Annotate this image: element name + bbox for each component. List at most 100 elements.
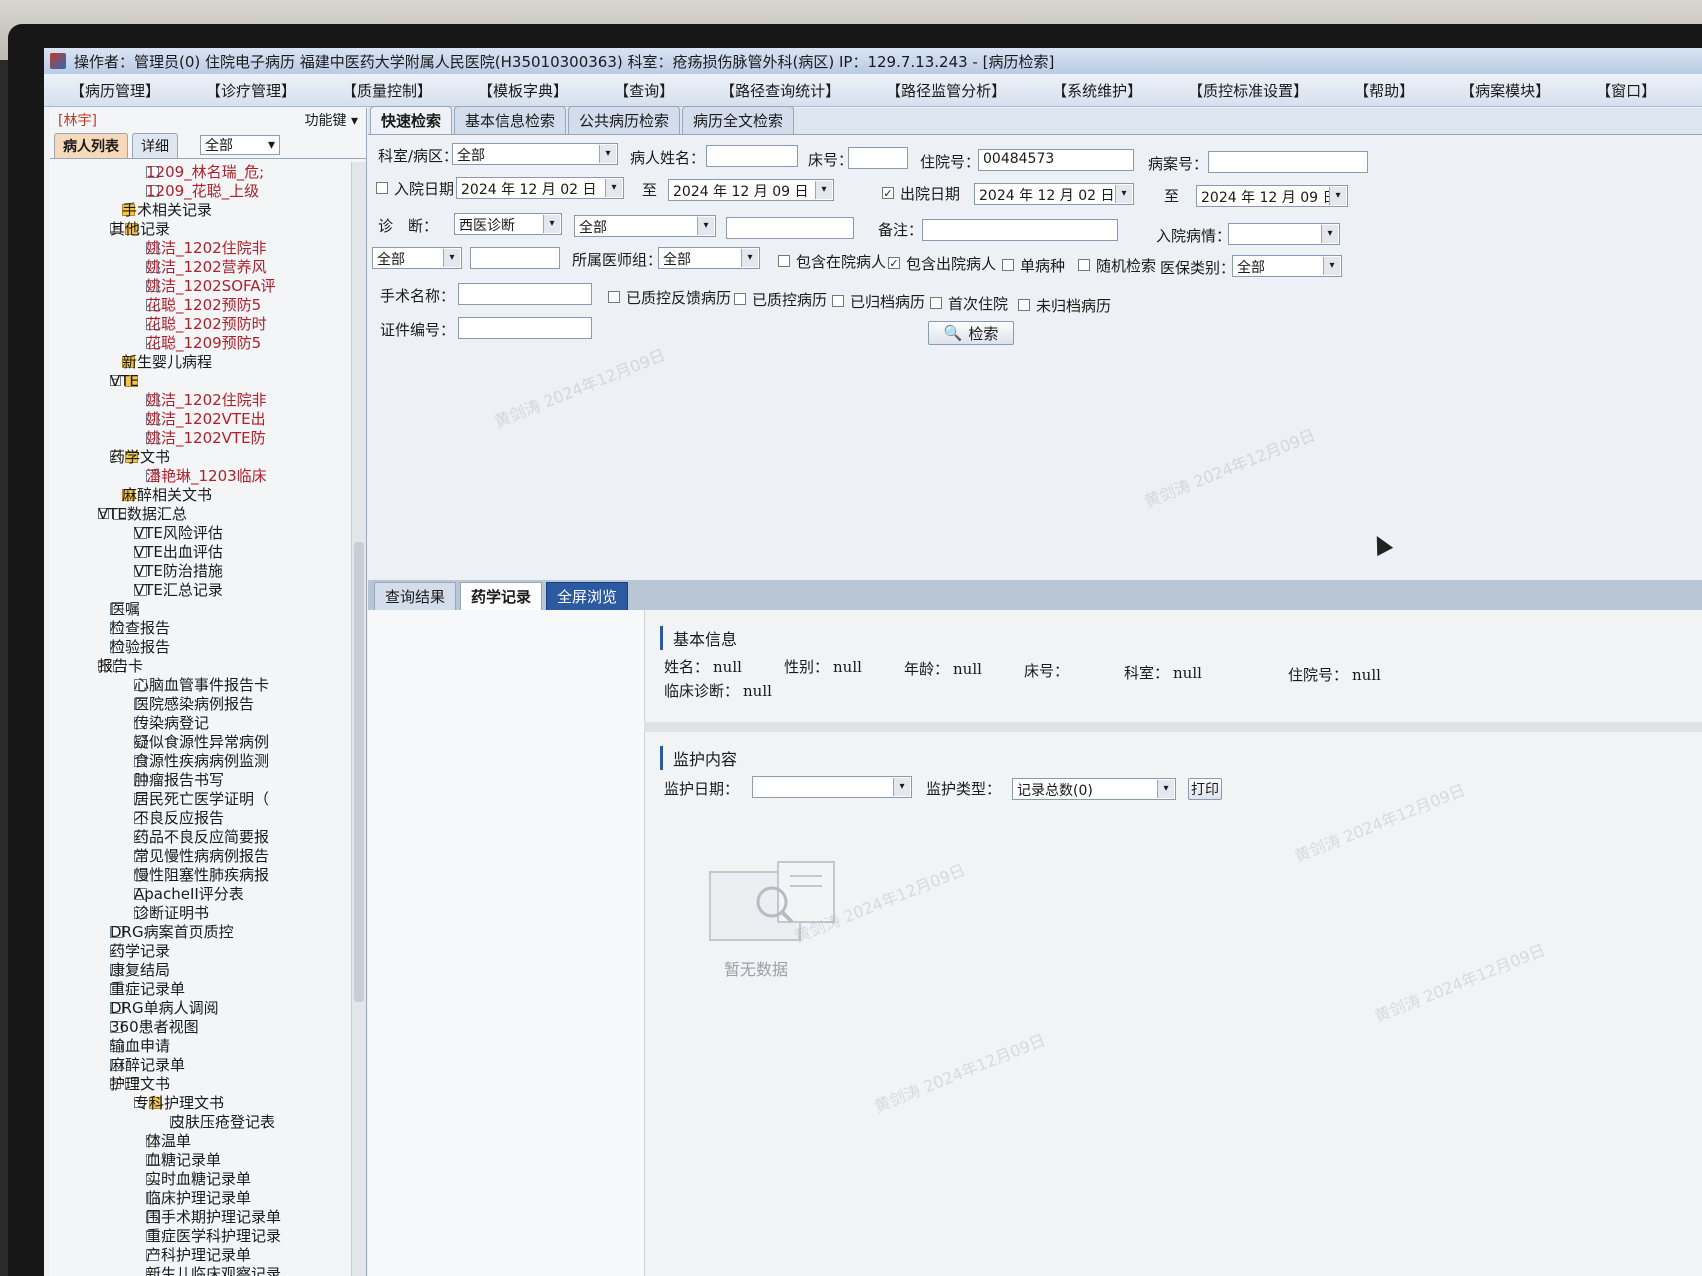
tree-node[interactable]: 常见慢性病病例报告	[50, 846, 350, 865]
tree-node[interactable]: 药品不良反应简要报	[50, 827, 350, 846]
tree-node[interactable]: VTE防治措施	[50, 561, 350, 580]
tree-node[interactable]: 不良反应报告	[50, 808, 350, 827]
tree-node[interactable]: 花聪_1202预防时	[50, 314, 350, 333]
tree-node[interactable]: 慢性阻塞性肺疾病报	[50, 865, 350, 884]
single-disease-checkbox[interactable]	[1002, 259, 1014, 271]
tree-node[interactable]: 麻醉记录单	[50, 1055, 350, 1074]
tree-node[interactable]: 体温单	[50, 1131, 350, 1150]
tree-node[interactable]: 重症记录单	[50, 979, 350, 998]
tab-pharmacy-record[interactable]: 药学记录	[460, 582, 543, 610]
tree-node[interactable]: − 药学文书	[50, 447, 350, 466]
remark-input[interactable]	[922, 219, 1118, 241]
tree-node[interactable]: − VTE数据汇总	[50, 504, 350, 523]
tab-query-result[interactable]: 查询结果	[374, 582, 457, 610]
insurance-select[interactable]: 全部 ▾	[1232, 255, 1342, 277]
search-button[interactable]: 🔍 检索	[928, 321, 1014, 345]
tree-node[interactable]: 新生儿临床观察记录	[50, 1264, 350, 1276]
menu-system-maintenance[interactable]: 【系统维护】	[1052, 80, 1142, 101]
tab-quick-search[interactable]: 快速检索	[370, 106, 453, 134]
tree-node[interactable]: VTE风险评估	[50, 523, 350, 542]
tree-node[interactable]: 疑似食源性异常病例	[50, 732, 350, 751]
tree-node[interactable]: 血糖记录单	[50, 1150, 350, 1169]
menu-quality-control[interactable]: 【质量控制】	[342, 80, 432, 101]
tree-node[interactable]: 姚洁_1202VTE防	[50, 428, 350, 447]
tree-node[interactable]: − 专科护理文书	[50, 1093, 350, 1112]
function-key-menu[interactable]: 功能键 ▾	[305, 110, 358, 130]
tree-node[interactable]: ApacheII评分表	[50, 884, 350, 903]
qc-feedback-checkbox[interactable]	[608, 291, 620, 303]
include-discharged-checkbox[interactable]: ✓	[888, 257, 900, 269]
tree-node[interactable]: 心脑血管事件报告卡	[50, 675, 350, 694]
tab-fulltext-search[interactable]: 病历全文检索	[682, 106, 795, 134]
admit-from-date[interactable]: 2024 年 12 月 02 日 ▾	[456, 177, 624, 199]
discharge-to-date[interactable]: 2024 年 12 月 09 日 ▾	[1196, 185, 1348, 207]
admit-date-checkbox[interactable]	[376, 182, 388, 194]
doctor-group-select[interactable]: 全部 ▾	[658, 247, 760, 269]
tree-node[interactable]: 传染病登记	[50, 713, 350, 732]
tree-node[interactable]: 围手术期护理记录单	[50, 1207, 350, 1226]
tree-scrollbar[interactable]	[351, 162, 366, 1276]
fullscreen-button[interactable]: 全屏浏览	[546, 582, 629, 610]
tree-node[interactable]: 食源性疾病病例监测	[50, 751, 350, 770]
tab-patient-list[interactable]: 病人列表	[54, 132, 128, 158]
tree-node[interactable]: 麻醉相关文书	[50, 485, 350, 504]
extra-text-input[interactable]	[470, 247, 560, 269]
menu-query[interactable]: 【查询】	[614, 80, 674, 101]
tree-node[interactable]: 重症医学科护理记录	[50, 1226, 350, 1245]
tree-node[interactable]: 产科护理记录单	[50, 1245, 350, 1264]
menu-case-module[interactable]: 【病案模块】	[1460, 80, 1550, 101]
tree-node[interactable]: 医嘱	[50, 599, 350, 618]
tree-node[interactable]: 检查报告	[50, 618, 350, 637]
tab-detail[interactable]: 详细	[132, 132, 178, 158]
menu-path-supervision[interactable]: 【路径监管分析】	[886, 80, 1006, 101]
tree-node[interactable]: DRG单病人调阅	[50, 998, 350, 1017]
case-no-input[interactable]	[1208, 151, 1368, 173]
monitor-type-select[interactable]: 记录总数(0) ▾	[1012, 778, 1176, 800]
menu-template-dict[interactable]: 【模板字典】	[478, 80, 568, 101]
tree-node[interactable]: DRG病案首页质控	[50, 922, 350, 941]
tree-node[interactable]: − 其他记录	[50, 219, 350, 238]
not-archived-checkbox[interactable]	[1018, 299, 1030, 311]
tab-basic-info-search[interactable]: 基本信息检索	[454, 106, 567, 134]
tree-node[interactable]: 1209_林名瑞_危;	[50, 162, 350, 181]
tree-node[interactable]: 临床护理记录单	[50, 1188, 350, 1207]
tree-node[interactable]: 姚洁_1202VTE出	[50, 409, 350, 428]
tree-node[interactable]: − VTE	[50, 371, 350, 390]
tree-node[interactable]: 花聪_1202预防5	[50, 295, 350, 314]
discharge-date-checkbox[interactable]: ✓	[882, 187, 894, 199]
tree-node[interactable]: 皮肤压疮登记表	[50, 1112, 350, 1131]
menu-record-mgmt[interactable]: 【病历管理】	[70, 80, 160, 101]
tree-node[interactable]: 药学记录	[50, 941, 350, 960]
tree-node[interactable]: 姚洁_1202营养风	[50, 257, 350, 276]
tree-node[interactable]: 康复结局	[50, 960, 350, 979]
tree-node[interactable]: 医院感染病例报告	[50, 694, 350, 713]
archived-checkbox[interactable]	[832, 295, 844, 307]
admit-condition-select[interactable]: ▾	[1228, 223, 1340, 245]
tree-node[interactable]: 肿瘤报告书写	[50, 770, 350, 789]
menu-treatment-mgmt[interactable]: 【诊疗管理】	[206, 80, 296, 101]
print-button[interactable]: 打印	[1188, 778, 1222, 800]
diagnosis-type-select[interactable]: 西医诊断 ▾	[454, 213, 562, 235]
tree-node[interactable]: 潘艳琳_1203临床	[50, 466, 350, 485]
tree-node[interactable]: 1209_花聪_上级	[50, 181, 350, 200]
bed-input[interactable]	[848, 147, 908, 169]
patient-name-input[interactable]	[706, 145, 798, 167]
monitor-date-select[interactable]: ▾	[752, 776, 912, 798]
tree-node[interactable]: 姚洁_1202SOFA评	[50, 276, 350, 295]
menu-help[interactable]: 【帮助】	[1354, 80, 1414, 101]
tree-node[interactable]: 姚洁_1202住院非	[50, 390, 350, 409]
tree-node[interactable]: VTE出血评估	[50, 542, 350, 561]
first-admit-checkbox[interactable]	[930, 297, 942, 309]
inpatient-no-input[interactable]: 00484573	[978, 149, 1134, 171]
tree-node[interactable]: 手术相关记录	[50, 200, 350, 219]
diagnosis-scope-select[interactable]: 全部 ▾	[574, 215, 716, 237]
admit-to-date[interactable]: 2024 年 12 月 09 日 ▾	[668, 179, 834, 201]
tree-node[interactable]: VTE汇总记录	[50, 580, 350, 599]
tree-node[interactable]: − 报告卡	[50, 656, 350, 675]
qc-done-checkbox[interactable]	[734, 293, 746, 305]
surgery-input[interactable]	[458, 283, 592, 305]
discharge-from-date[interactable]: 2024 年 12 月 02 日 ▾	[974, 183, 1134, 205]
tree-node[interactable]: 新生婴儿病程	[50, 352, 350, 371]
tree-node[interactable]: − 护理文书	[50, 1074, 350, 1093]
menu-qc-standards[interactable]: 【质控标准设置】	[1188, 80, 1308, 101]
